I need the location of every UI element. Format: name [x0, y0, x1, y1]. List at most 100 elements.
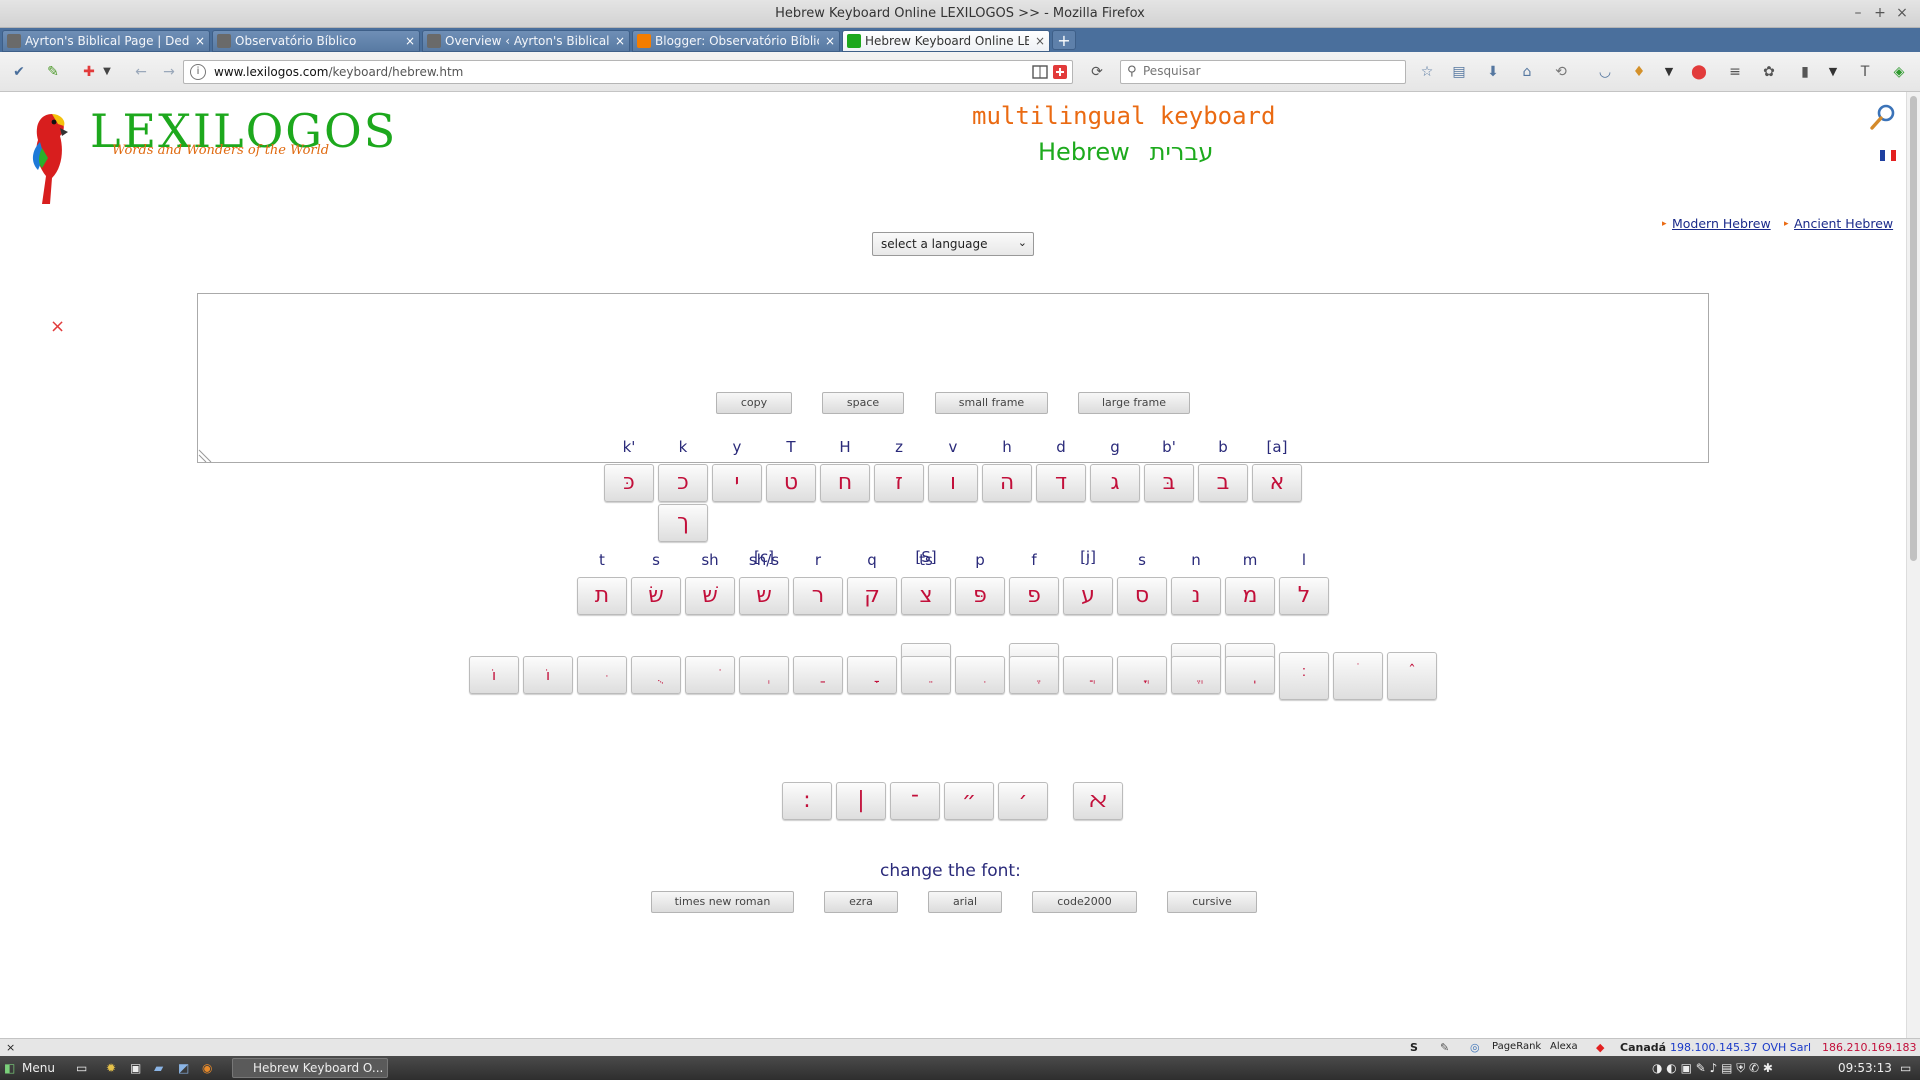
- search-input[interactable]: [1143, 64, 1393, 78]
- vowel-key[interactable]: ְ: [739, 656, 789, 694]
- space-button[interactable]: space: [822, 392, 904, 414]
- chevron-down-icon[interactable]: ▼: [1660, 63, 1678, 81]
- vowel-key[interactable]: ׄ: [1333, 652, 1383, 700]
- pen-icon[interactable]: ✎: [44, 63, 62, 81]
- punctuation-key[interactable]: :: [782, 782, 832, 820]
- vowel-key[interactable]: ֱ: [1171, 656, 1221, 694]
- keyboard-key[interactable]: מ: [1225, 577, 1275, 615]
- keyboard-key[interactable]: ק: [847, 577, 897, 615]
- font-code2000-button[interactable]: code2000: [1032, 891, 1137, 913]
- vowel-key[interactable]: ֶ: [1009, 656, 1059, 694]
- tab-overview[interactable]: Overview ‹ Ayrton's Biblical P ×: [422, 30, 630, 52]
- font-cursive-button[interactable]: cursive: [1167, 891, 1257, 913]
- download-icon[interactable]: ⬇: [1484, 63, 1502, 81]
- large-frame-button[interactable]: large frame: [1078, 392, 1190, 414]
- tab-close-icon[interactable]: ×: [615, 31, 625, 51]
- vowel-key[interactable]: ֲ: [1063, 656, 1113, 694]
- keyboard-key[interactable]: ו: [928, 464, 978, 502]
- keyboard-key[interactable]: ר: [793, 577, 843, 615]
- keyboard-key[interactable]: כ: [658, 464, 708, 502]
- search-bar[interactable]: ⚲: [1120, 60, 1406, 84]
- key-ligature[interactable]: ﬡ: [1073, 782, 1123, 820]
- web-icon[interactable]: ◎: [1470, 1041, 1480, 1054]
- keyboard-key[interactable]: ח: [820, 464, 870, 502]
- folder-icon[interactable]: ▰: [154, 1059, 163, 1077]
- tab-close-icon[interactable]: ×: [405, 31, 415, 51]
- vowel-key[interactable]: ˆ: [1387, 652, 1437, 700]
- keyboard-key[interactable]: ג: [1090, 464, 1140, 502]
- tab-observatorio-biblico[interactable]: Observatório Bíblico ×: [212, 30, 420, 52]
- reload-icon[interactable]: ⟳: [1088, 63, 1106, 81]
- keyboard-key[interactable]: צ: [901, 577, 951, 615]
- punctuation-key[interactable]: ״: [944, 782, 994, 820]
- keyboard-key[interactable]: ס: [1117, 577, 1167, 615]
- tab-close-icon[interactable]: ×: [1035, 31, 1045, 51]
- keyboard-key[interactable]: כּ: [604, 464, 654, 502]
- small-frame-button[interactable]: small frame: [935, 392, 1048, 414]
- close-statusbar-icon[interactable]: ×: [6, 1041, 15, 1054]
- addon-plus-icon[interactable]: [1052, 65, 1068, 79]
- reading-list-icon[interactable]: ▤: [1450, 63, 1468, 81]
- tab-hebrew-keyboard[interactable]: Hebrew Keyboard Online LE ×: [842, 30, 1050, 52]
- vowel-key[interactable]: ֽ: [1225, 656, 1275, 694]
- font-arial-button[interactable]: arial: [928, 891, 1002, 913]
- tab-blogger[interactable]: Blogger: Observatório Bíblico ×: [632, 30, 840, 52]
- page-scrollbar[interactable]: [1906, 92, 1920, 1038]
- punctuation-key[interactable]: ׳: [998, 782, 1048, 820]
- tray-icons[interactable]: ◑ ◐ ▣ ✎ ♪ ▤ ⛨ ✆ ✱: [1652, 1059, 1773, 1077]
- add-icon[interactable]: ✚: [80, 63, 98, 81]
- language-select[interactable]: select a language ⌄: [872, 232, 1034, 256]
- notification-icon[interactable]: ▭: [1900, 1059, 1911, 1077]
- chevron-down-icon[interactable]: ▼: [98, 63, 116, 81]
- tool-icon[interactable]: ✎: [1440, 1041, 1449, 1054]
- vowel-key[interactable]: ּ: [577, 656, 627, 694]
- key-final-kaf[interactable]: ך: [658, 504, 708, 542]
- forward-icon[interactable]: →: [160, 63, 178, 81]
- font-times-new-roman-button[interactable]: times new roman: [651, 891, 794, 913]
- vowel-key[interactable]: ֵ: [901, 656, 951, 694]
- resize-handle-icon[interactable]: [198, 449, 212, 463]
- modern-hebrew-link[interactable]: Modern Hebrew: [1662, 216, 1771, 232]
- magnifier-search-icon[interactable]: [1870, 104, 1896, 130]
- maximize-button[interactable]: +: [1870, 3, 1890, 23]
- vowel-key[interactable]: וֹ: [523, 656, 573, 694]
- app-icon[interactable]: ◩: [178, 1059, 189, 1077]
- vowel-key[interactable]: ָ: [847, 656, 897, 694]
- close-window-button[interactable]: ×: [1892, 3, 1912, 23]
- keyboard-key[interactable]: ב: [1198, 464, 1248, 502]
- home-icon[interactable]: ⌂: [1518, 63, 1536, 81]
- vowel-key[interactable]: ֳ: [1117, 656, 1167, 694]
- keyboard-key[interactable]: ש: [739, 577, 789, 615]
- keyboard-key[interactable]: נ: [1171, 577, 1221, 615]
- keyboard-key[interactable]: שׁ: [685, 577, 735, 615]
- puzzle-icon[interactable]: ✿: [1760, 63, 1778, 81]
- chevron-down-icon[interactable]: ▼: [1824, 63, 1842, 81]
- url-bar[interactable]: i www.lexilogos.com/keyboard/hebrew.htm: [183, 60, 1073, 84]
- page-info-icon[interactable]: i: [190, 64, 206, 80]
- clear-text-icon[interactable]: ×: [50, 316, 65, 337]
- adblock-icon[interactable]: ⬤: [1690, 63, 1708, 81]
- copy-button[interactable]: copy: [716, 392, 792, 414]
- clipboard-icon[interactable]: ▮: [1796, 63, 1814, 81]
- keyboard-key[interactable]: י: [712, 464, 762, 502]
- reader-view-icon[interactable]: [1032, 65, 1048, 79]
- keyboard-key[interactable]: ה: [982, 464, 1032, 502]
- vowel-key[interactable]: ִ: [955, 656, 1005, 694]
- menu-icon[interactable]: ≡: [1726, 63, 1744, 81]
- tab-ayrtons-biblical-page[interactable]: Ayrton's Biblical Page | Dedi ×: [2, 30, 210, 52]
- punctuation-key[interactable]: ־: [890, 782, 940, 820]
- tab-close-icon[interactable]: ×: [195, 31, 205, 51]
- back-icon[interactable]: ←: [132, 63, 150, 81]
- keyboard-key[interactable]: ד: [1036, 464, 1086, 502]
- keyboard-key[interactable]: ל: [1279, 577, 1329, 615]
- tab-close-icon[interactable]: ×: [825, 31, 835, 51]
- menu-icon[interactable]: ◧: [4, 1059, 15, 1077]
- keyboard-key[interactable]: ת: [577, 577, 627, 615]
- extension-icon[interactable]: ♦: [1630, 63, 1648, 81]
- checkmark-icon[interactable]: ✔: [10, 63, 28, 81]
- vowel-key[interactable]: ׁ: [685, 656, 735, 694]
- ancient-hebrew-link[interactable]: Ancient Hebrew: [1784, 216, 1893, 232]
- parrot-logo-icon[interactable]: [12, 106, 82, 206]
- scrollbar-thumb[interactable]: [1910, 96, 1917, 561]
- taskbar-firefox-window[interactable]: Hebrew Keyboard O...: [232, 1058, 388, 1078]
